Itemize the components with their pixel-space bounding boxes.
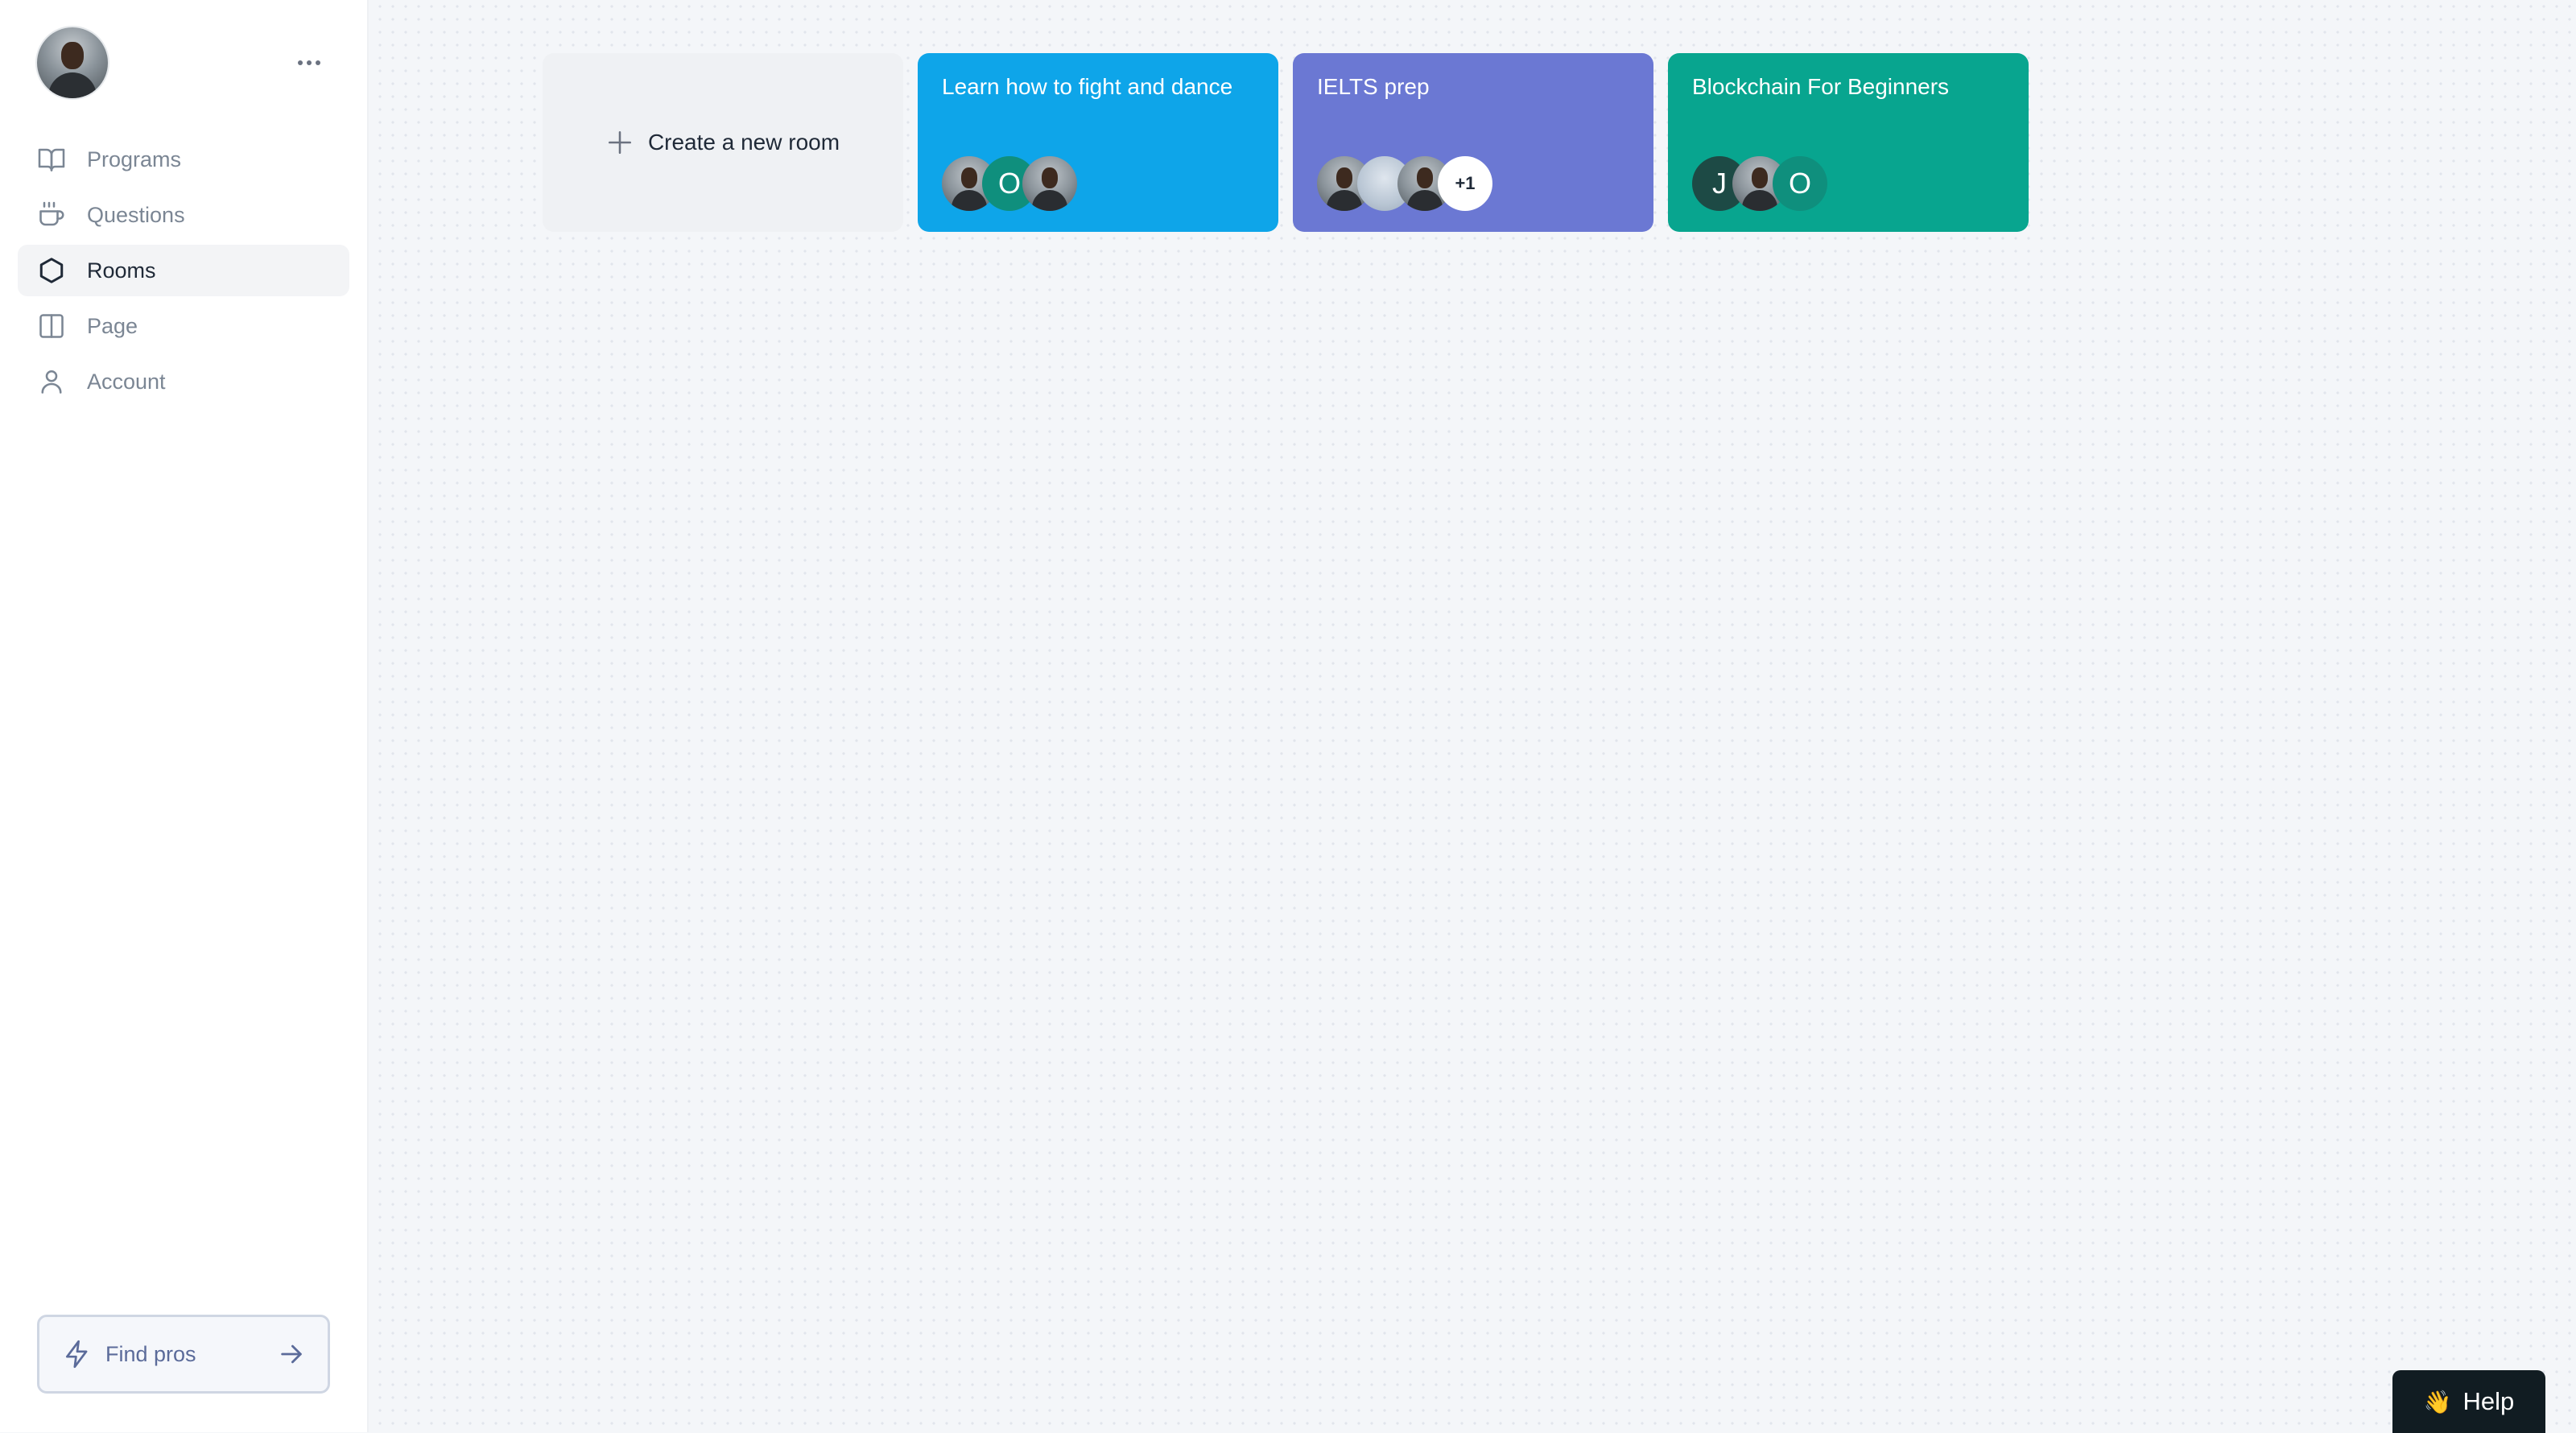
sidebar-item-label: Programs [87, 147, 182, 171]
sidebar-item-label: Page [87, 313, 138, 338]
find-pros-label: Find pros [105, 1341, 196, 1366]
member-avatar: O [1773, 156, 1827, 211]
room-members: +1 [1317, 156, 1492, 211]
create-room-label: Create a new room [647, 130, 840, 155]
columns-icon [39, 314, 64, 338]
sidebar-item-rooms[interactable]: Rooms [18, 245, 349, 296]
more-horizontal-icon [298, 60, 320, 65]
room-members: O [942, 156, 1077, 211]
help-button[interactable]: 👋 Help [2392, 1370, 2545, 1433]
sidebar-item-label: Questions [87, 202, 185, 227]
sidebar-item-label: Account [87, 369, 166, 394]
room-title: IELTS prep [1317, 74, 1430, 99]
sidebar-item-questions[interactable]: Questions [18, 189, 349, 241]
coffee-icon [39, 201, 64, 226]
arrow-right-icon [281, 1344, 302, 1364]
room-card[interactable]: Learn how to fight and dance O [918, 53, 1278, 232]
sidebar: Programs Questions Rooms Page Account Fi… [0, 0, 369, 1432]
sidebar-item-account[interactable]: Account [18, 356, 349, 407]
room-members: J O [1692, 156, 1827, 211]
create-room-button[interactable]: Create a new room [543, 53, 903, 232]
find-pros-button[interactable]: Find pros [37, 1315, 330, 1394]
room-title: Blockchain For Beginners [1692, 74, 1950, 99]
zap-icon [65, 1340, 88, 1369]
avatar[interactable] [37, 27, 108, 98]
sidebar-nav: Programs Questions Rooms Page Account [18, 134, 349, 411]
sidebar-item-page[interactable]: Page [18, 300, 349, 352]
member-count-badge: +1 [1438, 156, 1492, 211]
sidebar-item-programs[interactable]: Programs [18, 134, 349, 185]
help-label: Help [2462, 1387, 2515, 1415]
waving-hand-icon: 👋 [2423, 1389, 2452, 1414]
member-avatar [1022, 156, 1077, 211]
user-icon [41, 370, 62, 394]
book-open-icon [38, 148, 65, 171]
rooms-grid: Create a new room Learn how to fight and… [543, 53, 2029, 232]
plus-icon [608, 130, 631, 155]
hexagon-icon [39, 258, 64, 283]
room-card[interactable]: Blockchain For Beginners J O [1668, 53, 2029, 232]
room-card[interactable]: IELTS prep +1 [1293, 53, 1653, 232]
more-options-button[interactable] [291, 53, 327, 72]
sidebar-item-label: Rooms [87, 258, 156, 283]
room-title: Learn how to fight and dance [942, 74, 1233, 99]
